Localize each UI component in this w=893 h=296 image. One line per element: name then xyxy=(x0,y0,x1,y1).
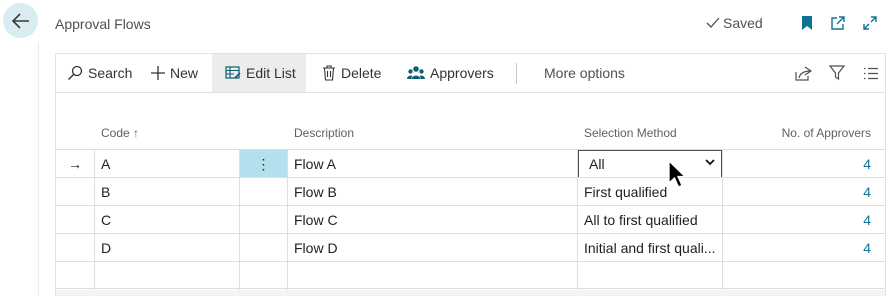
plus-icon xyxy=(151,66,165,80)
selection-method-cell[interactable]: All xyxy=(578,150,723,178)
row-marker-cell xyxy=(56,262,95,290)
table-row[interactable]: C Flow C All to first qualified 4 xyxy=(56,205,885,234)
checkmark-icon xyxy=(706,17,720,28)
filter-button[interactable] xyxy=(828,64,846,82)
edit-list-button[interactable]: Edit List xyxy=(212,54,306,92)
approvers-label: Approvers xyxy=(430,65,494,81)
description-cell[interactable] xyxy=(288,262,578,290)
row-marker-cell xyxy=(56,234,95,262)
back-button[interactable] xyxy=(3,3,38,38)
column-header-description[interactable]: Description xyxy=(294,126,354,140)
selected-row-marker: → xyxy=(56,150,95,178)
table-header: Code ↑ Description Selection Method No. … xyxy=(56,121,885,147)
table-row[interactable]: B Flow B First qualified 4 xyxy=(56,177,885,206)
description-cell[interactable]: Flow A xyxy=(288,150,578,178)
row-menu-cell[interactable] xyxy=(240,234,288,262)
selection-method-cell[interactable]: All to first qualified xyxy=(578,206,723,234)
delete-label: Delete xyxy=(341,65,382,81)
list-view-icon xyxy=(864,67,878,79)
more-options-button[interactable]: More options xyxy=(542,54,627,92)
back-arrow-icon xyxy=(11,12,29,29)
search-button[interactable]: Search xyxy=(65,54,134,92)
horizontal-scrollbar[interactable] xyxy=(56,290,885,296)
toolbar-separator xyxy=(516,63,517,84)
open-new-window-icon xyxy=(831,16,845,30)
expand-button[interactable] xyxy=(861,14,879,32)
saved-label: Saved xyxy=(723,15,763,31)
description-cell[interactable]: Flow C xyxy=(288,206,578,234)
approvers-count-link[interactable]: 4 xyxy=(723,206,885,234)
edit-list-label: Edit List xyxy=(246,65,296,81)
new-label: New xyxy=(170,65,199,81)
delete-button[interactable]: Delete xyxy=(320,54,383,92)
selection-method-value: All xyxy=(589,156,605,172)
search-icon xyxy=(68,65,83,80)
row-menu-cell[interactable] xyxy=(240,178,288,206)
more-options-label: More options xyxy=(544,65,625,81)
new-button[interactable]: New xyxy=(149,54,200,92)
row-marker-cell xyxy=(56,206,95,234)
approvers-count-link[interactable]: 4 xyxy=(723,150,885,178)
table-row[interactable]: D Flow D Initial and first quali... 4 xyxy=(56,233,885,262)
selection-method-cell[interactable]: First qualified xyxy=(578,178,723,206)
selection-method-cell[interactable]: Initial and first quali... xyxy=(578,234,723,262)
column-header-selection-method[interactable]: Selection Method xyxy=(584,126,677,140)
trash-icon xyxy=(323,65,335,81)
description-cell[interactable]: Flow B xyxy=(288,178,578,206)
code-cell[interactable]: B xyxy=(95,178,240,206)
page-title: Approval Flows xyxy=(55,16,151,32)
description-cell[interactable]: Flow D xyxy=(288,234,578,262)
approvers-count-link[interactable]: 4 xyxy=(723,234,885,262)
mouse-cursor-icon xyxy=(668,160,687,188)
left-divider xyxy=(38,42,39,296)
code-cell[interactable] xyxy=(95,262,240,290)
row-marker-cell xyxy=(56,178,95,206)
row-menu-button[interactable]: ⋮ xyxy=(240,150,288,178)
table-row[interactable]: → A ⋮ Flow A All 4 xyxy=(56,149,885,178)
code-cell[interactable]: A xyxy=(95,150,240,178)
approvers-count-cell[interactable] xyxy=(723,262,885,290)
sort-ascending-icon: ↑ xyxy=(133,126,140,140)
column-header-code[interactable]: Code ↑ xyxy=(101,126,139,140)
expand-icon xyxy=(863,16,877,30)
new-empty-row[interactable] xyxy=(56,261,885,290)
edit-list-icon xyxy=(225,66,241,79)
bookmark-icon xyxy=(802,16,812,30)
bookmark-button[interactable] xyxy=(798,14,816,32)
approvers-button[interactable]: Approvers xyxy=(405,54,496,92)
approvers-icon xyxy=(407,66,425,79)
filter-icon xyxy=(829,65,845,81)
list-panel: Search New Edit List Delete Approvers Mo… xyxy=(55,53,886,296)
list-view-button[interactable] xyxy=(862,64,880,82)
column-code-label: Code xyxy=(101,126,130,140)
row-menu-cell[interactable] xyxy=(240,262,288,290)
open-new-window-button[interactable] xyxy=(829,14,847,32)
code-cell[interactable]: D xyxy=(95,234,240,262)
code-cell[interactable]: C xyxy=(95,206,240,234)
search-label: Search xyxy=(88,65,133,81)
chevron-down-icon xyxy=(705,159,715,166)
saved-status: Saved xyxy=(706,15,763,31)
approvers-count-link[interactable]: 4 xyxy=(723,178,885,206)
share-button[interactable] xyxy=(794,64,812,82)
column-header-no-of-approvers[interactable]: No. of Approvers xyxy=(782,126,871,140)
row-menu-cell[interactable] xyxy=(240,206,288,234)
action-bar: Search New Edit List Delete Approvers Mo… xyxy=(56,54,885,93)
selection-method-dropdown[interactable]: All xyxy=(578,150,722,178)
share-icon xyxy=(794,66,812,81)
selection-method-cell[interactable] xyxy=(578,262,723,290)
